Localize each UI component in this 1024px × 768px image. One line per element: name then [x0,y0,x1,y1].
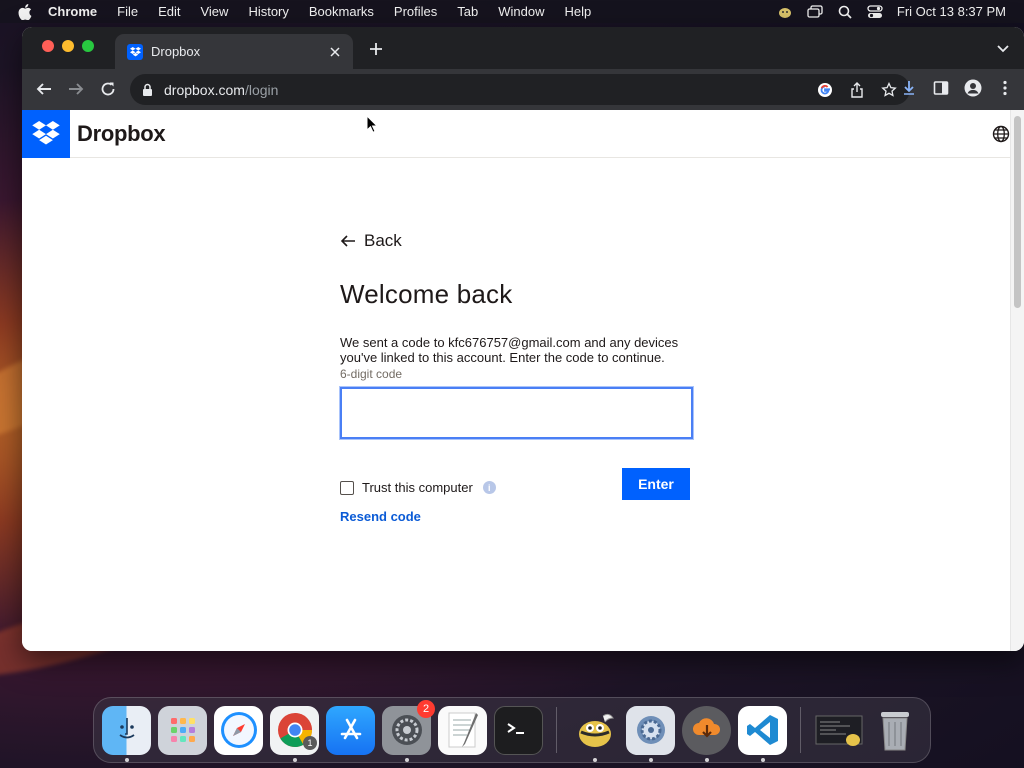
safari-icon[interactable] [214,705,263,755]
resend-code-link[interactable]: Resend code [340,509,700,524]
menu-file[interactable]: File [117,4,138,19]
running-indicator [648,757,653,762]
back-link[interactable]: Back [340,230,700,252]
vscode-icon[interactable] [738,705,787,762]
menu-history[interactable]: History [248,4,288,19]
zoom-window-button[interactable] [82,40,94,52]
finder-icon[interactable] [102,705,151,762]
chrome-window: Dropbox dropbox.com /login Dropbox Back … [22,27,1024,651]
lock-icon[interactable] [142,83,154,97]
running-indicator [404,757,409,762]
trust-computer-checkbox[interactable] [340,480,354,495]
menu-help[interactable]: Help [565,4,592,19]
share-icon[interactable] [848,81,866,99]
dropbox-login-page: Dropbox Back Welcome back We sent a code… [22,109,1024,651]
close-tab-icon[interactable] [327,44,343,60]
running-indicator [292,757,297,762]
extension-download-icon[interactable] [900,79,918,97]
dock-separator [556,707,557,753]
app-store-icon[interactable] [326,705,375,755]
side-panel-icon[interactable] [932,79,950,97]
page-title: Welcome back [340,279,513,309]
trash-icon[interactable] [870,706,919,755]
new-tab-icon[interactable] [367,40,385,58]
forward-arrow-icon[interactable] [64,77,88,101]
menu-app-name[interactable]: Chrome [48,4,97,19]
url-host: dropbox.com [164,81,245,98]
download-manager-icon[interactable] [682,705,731,762]
dock-separator [800,707,801,753]
trust-computer-label: Trust this computer [362,480,473,495]
site-header: Dropbox [22,109,1024,158]
menu-tab[interactable]: Tab [457,4,478,19]
url-path: /login [244,81,279,98]
globe-icon[interactable] [992,125,1010,143]
verification-code-input[interactable] [340,387,693,439]
chrome-icon[interactable]: 1 [270,705,319,762]
apple-icon[interactable] [18,3,34,20]
spotlight-search-icon[interactable] [837,4,853,20]
dropbox-favicon [127,43,143,60]
macos-dock: 1 2 [93,697,931,763]
back-arrow-icon[interactable] [32,77,56,101]
screenshot-thumbnail-icon[interactable] [814,706,863,755]
menu-window[interactable]: Window [498,4,544,19]
tab-strip: Dropbox [22,27,1024,69]
profile-icon[interactable] [964,79,982,97]
window-controls [42,40,94,52]
cyberduck-status-icon[interactable] [777,4,793,20]
menu-edit[interactable]: Edit [158,4,180,19]
menu-view[interactable]: View [200,4,228,19]
mouse-cursor-icon [366,115,378,133]
preferences-icon[interactable] [626,705,675,762]
chevron-down-icon[interactable] [996,41,1010,55]
menu-bookmarks[interactable]: Bookmarks [309,4,374,19]
info-icon[interactable]: i [482,481,496,494]
reload-icon[interactable] [96,77,120,101]
instructions-text: We sent a code to kfc676757@gmail.com an… [340,335,679,365]
minimize-window-button[interactable] [62,40,74,52]
enter-button[interactable]: Enter [622,468,690,500]
menubar-clock[interactable]: Fri Oct 13 8:37 PM [897,4,1006,19]
form-actions-row: Trust this computer i Enter [340,468,700,508]
chrome-window-count-badge: 1 [303,735,317,750]
running-indicator [704,757,709,762]
arrow-left-icon [340,235,355,247]
textedit-icon[interactable] [438,705,487,755]
bookmark-star-icon[interactable] [880,81,898,99]
scrollbar-thumb[interactable] [1014,116,1021,308]
address-bar[interactable]: dropbox.com /login [130,74,910,105]
control-center-icon[interactable] [867,4,883,20]
macos-menu-bar: Chrome File Edit View History Bookmarks … [0,0,1024,23]
running-indicator [592,757,597,762]
screen-mirroring-icon[interactable] [807,4,823,20]
close-window-button[interactable] [42,40,54,52]
menu-profiles[interactable]: Profiles [394,4,437,19]
system-settings-icon[interactable]: 2 [382,699,435,762]
kebab-menu-icon[interactable] [996,79,1014,97]
brand-name[interactable]: Dropbox [77,121,166,147]
verification-form: Back Welcome back We sent a code to kfc6… [340,230,700,524]
running-indicator [124,757,129,762]
trust-computer-option[interactable]: Trust this computer i [340,480,496,495]
page-scrollbar[interactable] [1010,110,1024,651]
code-field-label: 6-digit code [340,367,403,381]
launchpad-icon[interactable] [158,705,207,755]
back-label: Back [364,231,402,250]
browser-toolbar: dropbox.com /login [22,69,1024,110]
running-indicator [760,757,765,762]
tab-dropbox[interactable]: Dropbox [115,34,353,69]
notification-badge: 2 [417,699,435,718]
cyberduck-icon[interactable] [570,706,619,762]
dropbox-logo-icon[interactable] [22,109,70,158]
google-lens-icon[interactable] [816,81,834,99]
tab-title: Dropbox [151,44,201,59]
terminal-icon[interactable] [494,705,543,755]
